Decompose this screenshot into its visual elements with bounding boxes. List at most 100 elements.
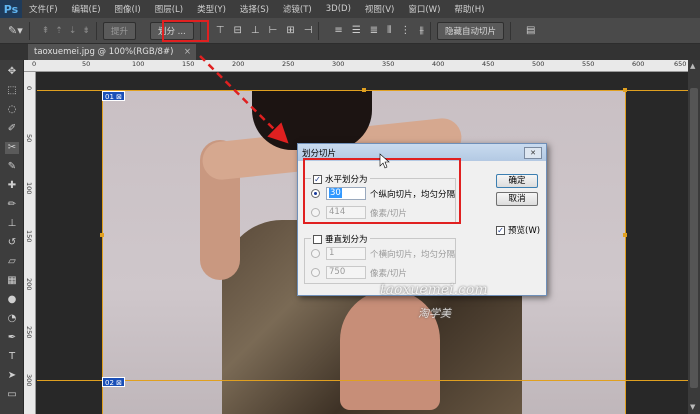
scroll-up-icon[interactable]: ▲ — [690, 62, 695, 70]
document-tab[interactable]: taoxuemei.jpg @ 100%(RGB/8#) × — [28, 44, 196, 60]
eraser-tool-icon[interactable]: ▱ — [5, 256, 19, 268]
horizontal-group-highlight — [303, 158, 461, 224]
vertical-count-input[interactable]: 1 — [326, 247, 366, 260]
preview-row: ✓ 预览(W) — [496, 224, 540, 236]
slice-border-right[interactable] — [625, 90, 626, 414]
dialog-title: 划分切片 — [302, 148, 337, 159]
ruler-vertical: 0 50 100 150 200 250 300 — [24, 72, 36, 414]
brush-tool-icon[interactable]: ✏ — [5, 199, 19, 211]
divider — [318, 21, 320, 40]
ruler-tick-label: 50 — [82, 60, 91, 68]
slice-handle[interactable] — [362, 88, 366, 92]
bring-to-front-icon[interactable]: ⇞ — [42, 26, 50, 36]
close-icon[interactable]: × — [184, 47, 196, 57]
distribute-right-icon[interactable]: ⫵ — [419, 25, 424, 36]
menu-3d[interactable]: 3D(D) — [319, 4, 358, 14]
vertical-scrollbar[interactable]: ▲ ▼ — [688, 60, 700, 414]
send-to-back-icon[interactable]: ⇟ — [82, 26, 90, 36]
ruler-tick-label: 250 — [25, 326, 33, 339]
align-top-icon[interactable]: ⊤ — [216, 25, 225, 36]
dodge-tool-icon[interactable]: ◔ — [5, 313, 19, 325]
menu-file[interactable]: 文件(F) — [22, 3, 65, 15]
photoshop-window: Ps 文件(F) 编辑(E) 图像(I) 图层(L) 类型(Y) 选择(S) 滤… — [0, 0, 700, 414]
slice-badge-01[interactable]: 01 ⊠ — [102, 91, 125, 101]
align-vcenter-icon[interactable]: ⊟ — [233, 25, 241, 36]
preview-checkbox[interactable]: ✓ — [496, 225, 505, 235]
send-backward-icon[interactable]: ⇣ — [69, 26, 77, 36]
slice-tool-icon[interactable]: ✂ — [5, 142, 19, 154]
menu-filter[interactable]: 滤镜(T) — [276, 3, 319, 15]
slice-handle[interactable] — [100, 233, 104, 237]
move-tool-icon[interactable]: ✥ — [5, 66, 19, 78]
align-right-icon[interactable]: ⊣ — [304, 25, 313, 36]
align-hcenter-icon[interactable]: ⊞ — [286, 25, 294, 36]
align-bottom-icon[interactable]: ⊥ — [251, 25, 260, 36]
shape-tool-icon[interactable]: ▭ — [5, 389, 19, 401]
vertical-pixel-input[interactable]: 750 — [326, 266, 366, 279]
slice-handle[interactable] — [623, 233, 627, 237]
menu-view[interactable]: 视图(V) — [358, 3, 401, 15]
ruler-tick-label: 400 — [432, 60, 445, 68]
menu-layer[interactable]: 图层(L) — [148, 3, 190, 15]
marquee-tool-icon[interactable]: ⬚ — [5, 85, 19, 97]
menu-image[interactable]: 图像(I) — [108, 3, 148, 15]
hide-auto-slices-button[interactable]: 隐藏自动切片 — [436, 21, 504, 40]
ruler-tick-label: 150 — [182, 60, 195, 68]
quick-select-tool-icon[interactable]: ✐ — [5, 123, 19, 135]
vertical-checkbox[interactable] — [313, 234, 322, 244]
slice-handle[interactable] — [623, 88, 627, 92]
promote-button[interactable]: 提升 — [102, 21, 136, 40]
menu-window[interactable]: 窗口(W) — [401, 3, 447, 15]
scroll-thumb[interactable] — [690, 88, 698, 388]
scroll-down-icon[interactable]: ▼ — [690, 403, 695, 411]
distribute-bottom-icon[interactable]: ≣ — [370, 25, 378, 36]
slice-border-divider[interactable] — [37, 380, 688, 381]
watermark-text: taoxuemei.com — [380, 282, 488, 298]
blur-tool-icon[interactable]: ● — [5, 294, 19, 306]
ruler-tick-label: 350 — [382, 60, 395, 68]
menu-select[interactable]: 选择(S) — [233, 3, 276, 15]
ruler-tick-label: 550 — [582, 60, 595, 68]
vertical-count-radio[interactable] — [311, 249, 320, 258]
slice-border-left[interactable] — [102, 90, 103, 414]
distribute-top-icon[interactable]: ≡ — [334, 25, 342, 36]
ruler-tick-label: 200 — [25, 278, 33, 291]
gradient-tool-icon[interactable]: ▦ — [5, 275, 19, 287]
ruler-tick-label: 0 — [32, 60, 37, 68]
close-icon[interactable]: ✕ — [524, 146, 542, 159]
ruler-tick-label: 250 — [282, 60, 295, 68]
distribute-left-icon[interactable]: ⫴ — [387, 25, 391, 36]
eyedropper-tool-icon[interactable]: ✎ — [5, 161, 19, 173]
healing-brush-tool-icon[interactable]: ✚ — [5, 180, 19, 192]
type-tool-icon[interactable]: T — [5, 351, 19, 363]
ruler-tick-label: 100 — [25, 182, 33, 195]
slice-badge-02[interactable]: 02 ⊠ — [102, 377, 125, 387]
ok-button[interactable]: 确定 — [496, 174, 538, 188]
history-brush-tool-icon[interactable]: ↺ — [5, 237, 19, 249]
bring-forward-icon[interactable]: ⇡ — [55, 26, 63, 36]
clone-stamp-tool-icon[interactable]: ⊥ — [5, 218, 19, 230]
vertical-count-label: 个横向切片，均匀分隔 — [370, 249, 456, 260]
options-bar: ✎▾ ⇞ ⇡ ⇣ ⇟ 提升 划分 ... ⊤ ⊟ ⊥ ⊢ ⊞ ⊣ ≡ ☰ ≣ ⫴… — [0, 18, 700, 44]
ruler-tick-label: 650 — [674, 60, 687, 68]
distribute-hcenter-icon[interactable]: ⋮ — [400, 25, 410, 36]
vertical-pixel-radio[interactable] — [311, 268, 320, 277]
menu-help[interactable]: 帮助(H) — [447, 3, 491, 15]
slice-select-tool-icon[interactable]: ✎▾ — [8, 24, 23, 37]
pen-tool-icon[interactable]: ✒ — [5, 332, 19, 344]
ruler-tick-label: 0 — [25, 86, 33, 91]
path-select-tool-icon[interactable]: ➤ — [5, 370, 19, 382]
menu-edit[interactable]: 编辑(E) — [65, 3, 108, 15]
ruler-tick-label: 500 — [532, 60, 545, 68]
tools-panel: ✥ ⬚ ◌ ✐ ✂ ✎ ✚ ✏ ⊥ ↺ ▱ ▦ ● ◔ ✒ T ➤ ▭ — [0, 60, 24, 414]
app-logo: Ps — [0, 0, 22, 18]
menu-type[interactable]: 类型(Y) — [190, 3, 233, 15]
ruler-tick-label: 50 — [25, 134, 33, 143]
lasso-tool-icon[interactable]: ◌ — [5, 104, 19, 116]
distribute-vcenter-icon[interactable]: ☰ — [352, 25, 361, 36]
cancel-button[interactable]: 取消 — [496, 192, 538, 206]
divide-button-highlight — [162, 20, 209, 42]
ruler-tick-label: 600 — [632, 60, 645, 68]
slice-options-icon[interactable]: ▤ — [526, 25, 535, 36]
align-left-icon[interactable]: ⊢ — [269, 25, 278, 36]
